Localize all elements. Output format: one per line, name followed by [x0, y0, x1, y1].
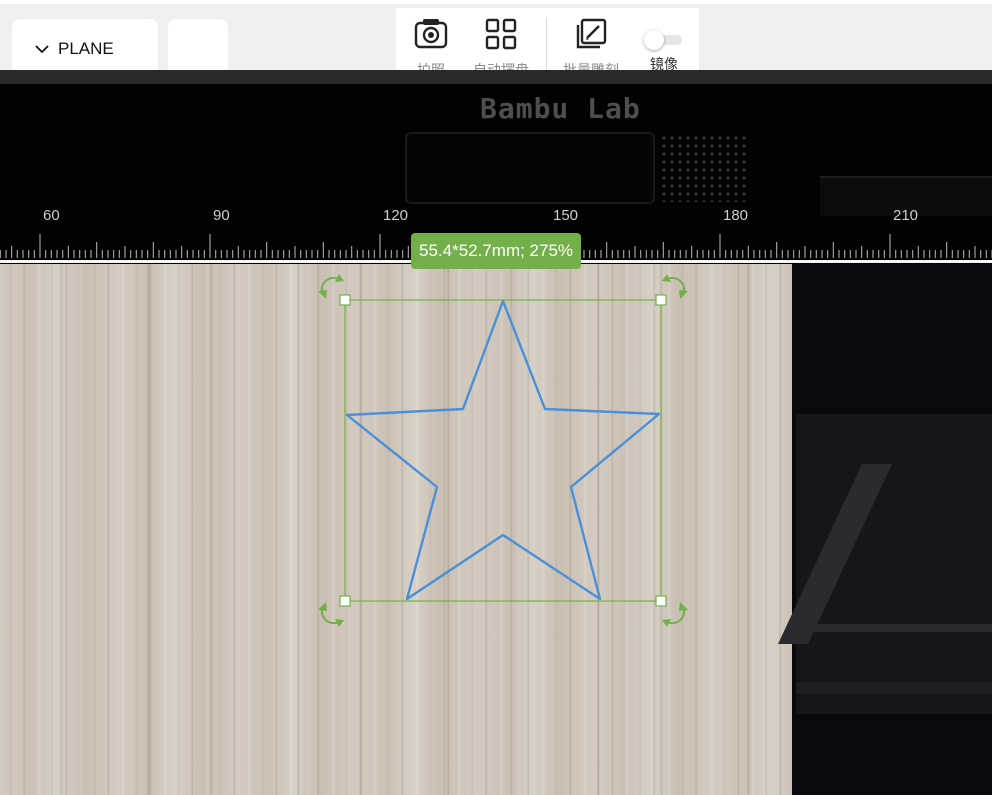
resize-handle-top-left[interactable]	[339, 294, 351, 306]
star-shape[interactable]	[345, 299, 661, 601]
batch-engrave-icon	[573, 16, 609, 52]
size-badge: 55.4*52.7mm; 275%	[411, 233, 582, 269]
resize-handle-top-right[interactable]	[655, 294, 667, 306]
chevron-down-icon	[34, 41, 50, 57]
material-select-label: PLANE	[58, 38, 114, 58]
camera-view[interactable]: Bambu Lab 60 90 120 150 180 210 55.4*52.…	[0, 84, 992, 795]
mirror-toggle[interactable]	[644, 30, 684, 50]
resize-handle-bottom-left[interactable]	[339, 595, 351, 607]
top-bar: PLANE 拍照 自	[0, 0, 992, 88]
camera-icon	[413, 16, 449, 52]
resize-handle-bottom-right[interactable]	[655, 595, 667, 607]
grid-icon	[483, 16, 519, 52]
toggle-knob	[644, 30, 664, 50]
selection-overlay	[318, 274, 688, 627]
